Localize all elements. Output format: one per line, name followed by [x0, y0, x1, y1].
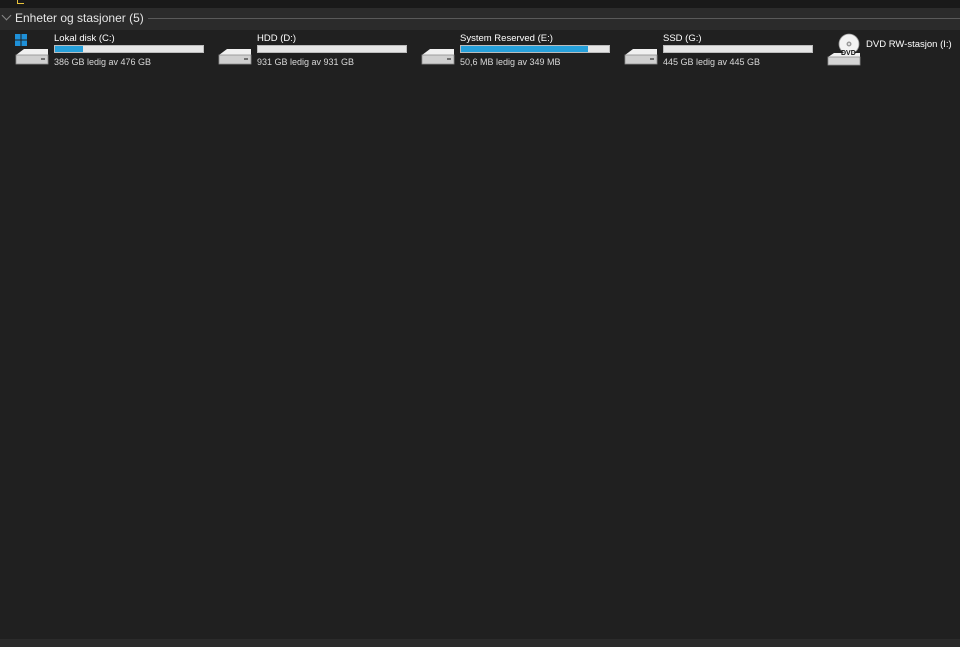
drive-free-space: 386 GB ledig av 476 GB [54, 57, 152, 67]
dvd-drive-icon: DVD [827, 33, 861, 66]
hdd-icon [218, 49, 252, 65]
drive-name: SSD (G:) [663, 33, 702, 44]
drive-name: HDD (D:) [257, 33, 297, 44]
drive-item-d[interactable]: HDD (D:) 931 GB ledig av 931 GB [217, 33, 417, 73]
drive-name: System Reserved (E:) [460, 33, 553, 44]
drive-usage-bar [663, 45, 813, 53]
drive-name: DVD RW-stasjon (I:) [866, 39, 952, 50]
drive-usage-bar [54, 45, 204, 53]
hdd-icon [624, 49, 658, 65]
drive-free-space: 445 GB ledig av 445 GB [663, 57, 761, 67]
group-divider [148, 18, 960, 19]
drive-item-c[interactable]: Lokal disk (C:) 386 GB ledig av 476 GB [14, 33, 214, 73]
drive-usage-bar [257, 45, 407, 53]
drive-item-g[interactable]: SSD (G:) 445 GB ledig av 445 GB [623, 33, 823, 73]
drive-usage-bar [460, 45, 610, 53]
drive-usage-fill [55, 46, 84, 52]
toolbar-edge [0, 0, 960, 8]
hdd-icon [421, 49, 455, 65]
drive-name: Lokal disk (C:) [54, 33, 115, 44]
drive-free-space: 50,6 MB ledig av 349 MB [460, 57, 561, 67]
group-title: Enheter og stasjoner (5) [15, 11, 144, 25]
dvd-label: DVD [841, 50, 856, 57]
drive-item-e[interactable]: System Reserved (E:) 50,6 MB ledig av 34… [420, 33, 620, 73]
status-bar [0, 639, 960, 647]
quick-access-icon[interactable] [17, 0, 24, 4]
drive-free-space: 931 GB ledig av 931 GB [257, 57, 355, 67]
drive-usage-fill [461, 46, 588, 52]
chevron-down-icon[interactable] [1, 10, 12, 21]
windows-hdd-icon [15, 34, 49, 65]
drive-item-dvd[interactable]: DVD DVD RW-stasjon (I:) [826, 33, 960, 73]
group-header-devices[interactable]: Enheter og stasjoner (5) [0, 8, 960, 30]
